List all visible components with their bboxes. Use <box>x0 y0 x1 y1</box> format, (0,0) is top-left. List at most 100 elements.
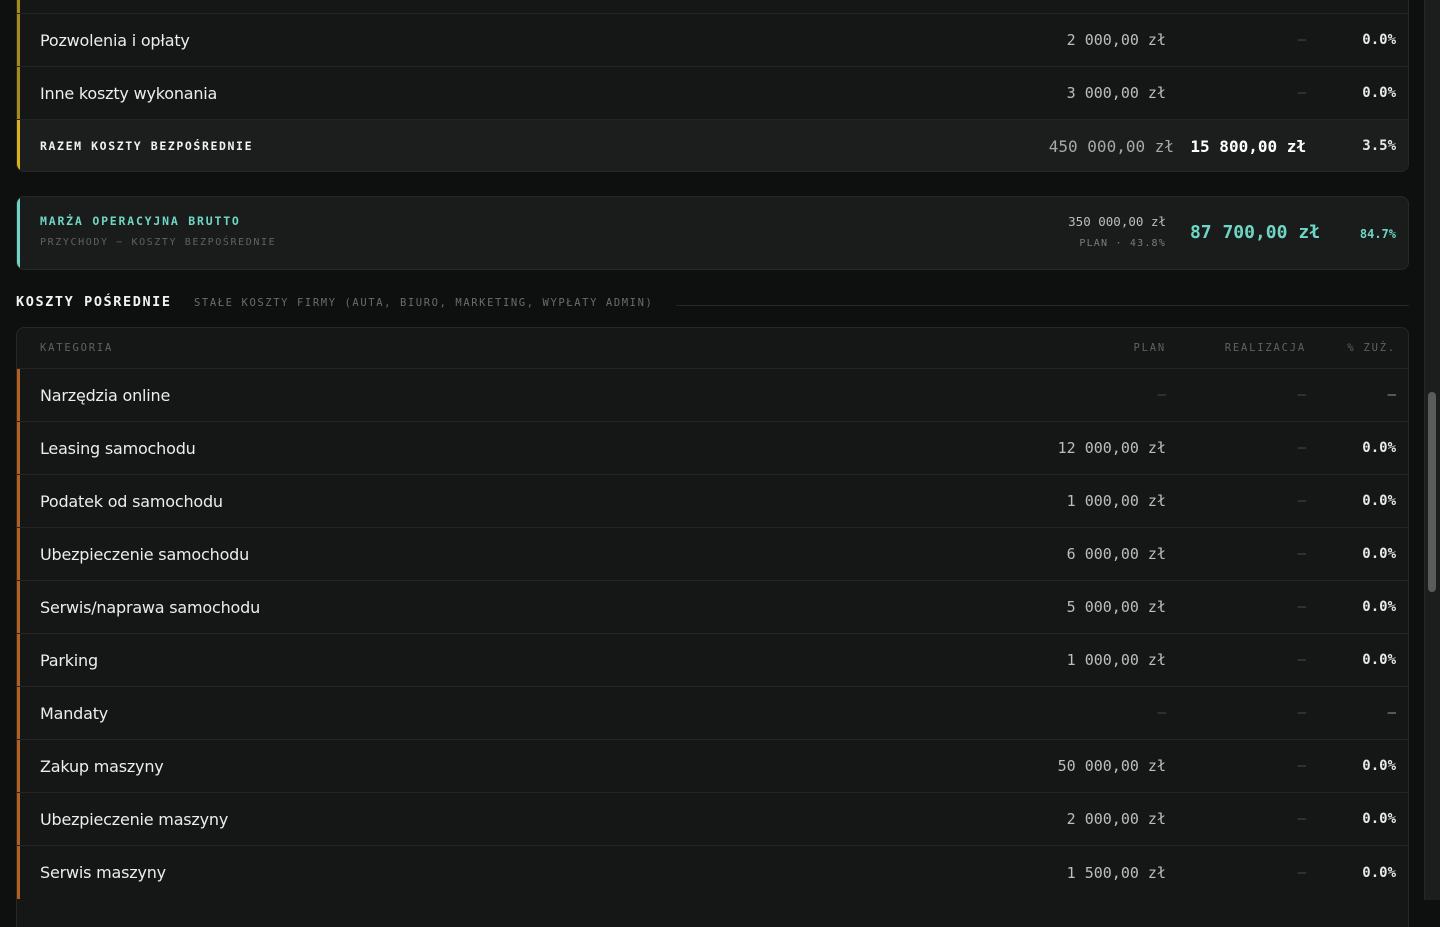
row-accent <box>17 581 20 633</box>
total-label: RAZEM KOSZTY BEZPOŚREDNIE <box>40 139 254 153</box>
table-row[interactable]: Mandaty — — — <box>17 687 1408 740</box>
table-row[interactable]: Zakup maszyny 50 000,00 zł — 0.0% <box>17 740 1408 793</box>
row-plan: 2 000,00 zł <box>1066 810 1166 828</box>
row-pct: 0.0% <box>1362 652 1396 668</box>
margin-pct: 84.7% <box>1359 227 1396 241</box>
row-accent <box>17 0 20 13</box>
margin-plan-sub: PLAN · 43.8% <box>1079 238 1166 249</box>
row-real: — <box>1297 864 1306 881</box>
header-real: REALIZACJA <box>1224 342 1306 354</box>
row-category: Parking <box>40 650 98 670</box>
row-pct: 0.0% <box>1362 493 1396 509</box>
row-pct: 0.0% <box>1362 864 1396 881</box>
table-row[interactable]: Serwis/naprawa samochodu 5 000,00 zł — 0.0% <box>17 581 1408 634</box>
row-plan: 12 000,00 zł <box>1057 439 1166 457</box>
row-pct: 0.0% <box>1362 599 1396 615</box>
total-real: 15 800,00 zł <box>1190 136 1306 156</box>
table-row[interactable]: Podatek od samochodu 1 000,00 zł — 0.0% <box>17 475 1408 528</box>
header-category: KATEGORIA <box>40 342 114 354</box>
row-accent <box>17 369 20 421</box>
table-row[interactable]: Ubezpieczenie maszyny 2 000,00 zł — 0.0% <box>17 793 1408 846</box>
row-pct: 0.0% <box>1362 546 1396 562</box>
row-plan: — <box>1157 387 1166 403</box>
header-plan: PLAN <box>1133 342 1166 354</box>
margin-real: 87 700,00 zł <box>1189 222 1320 243</box>
row-real: — <box>1297 493 1306 509</box>
row-accent <box>17 740 20 792</box>
row-real: — <box>1297 32 1306 48</box>
page-scrollbar[interactable] <box>1424 0 1440 900</box>
row-real: — <box>1297 705 1306 721</box>
table-row[interactable]: Narzędzia online — — — <box>17 369 1408 422</box>
indirect-costs-table: KATEGORIA PLAN REALIZACJA % ZUŻ. Narzędz… <box>16 327 1409 927</box>
row-category: Serwis maszyny <box>40 863 166 882</box>
row-accent <box>17 793 20 845</box>
row-accent <box>17 14 20 66</box>
margin-subtitle: PRZYCHODY − KOSZTY BEZPOŚREDNIE <box>40 237 277 248</box>
row-pct: — <box>1387 705 1396 721</box>
row-pct: 0.0% <box>1362 85 1396 101</box>
row-accent <box>17 120 20 171</box>
table-row[interactable]: Ubezpieczenie samochodu 6 000,00 zł — 0.0% <box>17 528 1408 581</box>
row-plan: 5 000,00 zł <box>1066 598 1166 616</box>
row-pct: 0.0% <box>1362 440 1396 456</box>
scrollbar-thumb[interactable] <box>1428 392 1436 592</box>
row-plan: 3 000,00 zł <box>1066 84 1166 102</box>
row-real: — <box>1297 85 1306 101</box>
row-category: Leasing samochodu <box>40 438 196 458</box>
margin-plan: 350 000,00 zł <box>1068 214 1166 229</box>
row-accent <box>17 634 20 686</box>
row-plan: 1 000,00 zł <box>1066 651 1166 669</box>
row-accent <box>17 475 20 527</box>
row-pct: 0.0% <box>1362 811 1396 827</box>
indirect-rows: Narzędzia online — — — Leasing samochodu 12 0… <box>17 369 1408 899</box>
row-accent <box>17 67 20 119</box>
header-pct: % ZUŻ. <box>1347 342 1396 354</box>
row-accent <box>17 422 20 474</box>
row-plan: 2 000,00 zł <box>1066 31 1166 49</box>
row-real: — <box>1297 811 1306 827</box>
row-accent <box>17 846 20 899</box>
row-real: — <box>1297 599 1306 615</box>
section-title: KOSZTY POŚREDNIE <box>16 294 172 310</box>
row-pct: 0.0% <box>1362 758 1396 774</box>
row-real: — <box>1297 758 1306 774</box>
row-category: Inne koszty wykonania <box>40 83 218 103</box>
row-accent <box>17 687 20 739</box>
row-real: — <box>1297 387 1306 403</box>
gross-margin-card: MARŻA OPERACYJNA BRUTTO PRZYCHODY − KOSZ… <box>16 196 1409 270</box>
total-pct: 3.5% <box>1362 138 1396 154</box>
row-real: — <box>1297 652 1306 668</box>
direct-total-row: RAZEM KOSZTY BEZPOŚREDNIE 450 000,00 zł … <box>17 120 1408 171</box>
row-category: Zakup maszyny <box>40 756 164 776</box>
row-category: Ubezpieczenie maszyny <box>40 809 229 829</box>
section-divider <box>676 305 1409 306</box>
table-row[interactable]: Parking 1 000,00 zł — 0.0% <box>17 634 1408 687</box>
table-row <box>17 0 1408 14</box>
row-real: — <box>1297 546 1306 562</box>
row-pct: — <box>1387 387 1396 403</box>
row-pct: 0.0% <box>1362 32 1396 48</box>
row-plan: 6 000,00 zł <box>1066 545 1166 563</box>
row-category: Pozwolenia i opłaty <box>40 30 190 50</box>
table-row[interactable]: Pozwolenia i opłaty 2 000,00 zł — 0.0% <box>17 14 1408 67</box>
row-category: Podatek od samochodu <box>40 491 223 511</box>
table-row[interactable]: Leasing samochodu 12 000,00 zł — 0.0% <box>17 422 1408 475</box>
section-subtitle: STAŁE KOSZTY FIRMY (AUTA, BIURO, MARKETI… <box>194 297 654 309</box>
row-category: Narzędzia online <box>40 385 171 405</box>
row-plan: 1 500,00 zł <box>1066 863 1166 882</box>
table-row[interactable]: Serwis maszyny 1 500,00 zł — 0.0% <box>17 846 1408 899</box>
row-real: — <box>1297 440 1306 456</box>
row-plan: — <box>1157 705 1166 721</box>
card-accent <box>17 197 20 269</box>
row-category: Ubezpieczenie samochodu <box>40 544 250 564</box>
table-row[interactable]: Inne koszty wykonania 3 000,00 zł — 0.0% <box>17 67 1408 120</box>
row-category: Mandaty <box>40 703 109 723</box>
total-plan: 450 000,00 zł <box>1048 136 1174 156</box>
margin-title: MARŻA OPERACYJNA BRUTTO <box>40 214 241 228</box>
row-accent <box>17 528 20 580</box>
indirect-section-header: KOSZTY POŚREDNIE STAŁE KOSZTY FIRMY (AUT… <box>16 294 1409 314</box>
direct-costs-table: Pozwolenia i opłaty 2 000,00 zł — 0.0% I… <box>16 0 1409 172</box>
row-plan: 1 000,00 zł <box>1066 492 1166 510</box>
row-plan: 50 000,00 zł <box>1057 757 1166 775</box>
